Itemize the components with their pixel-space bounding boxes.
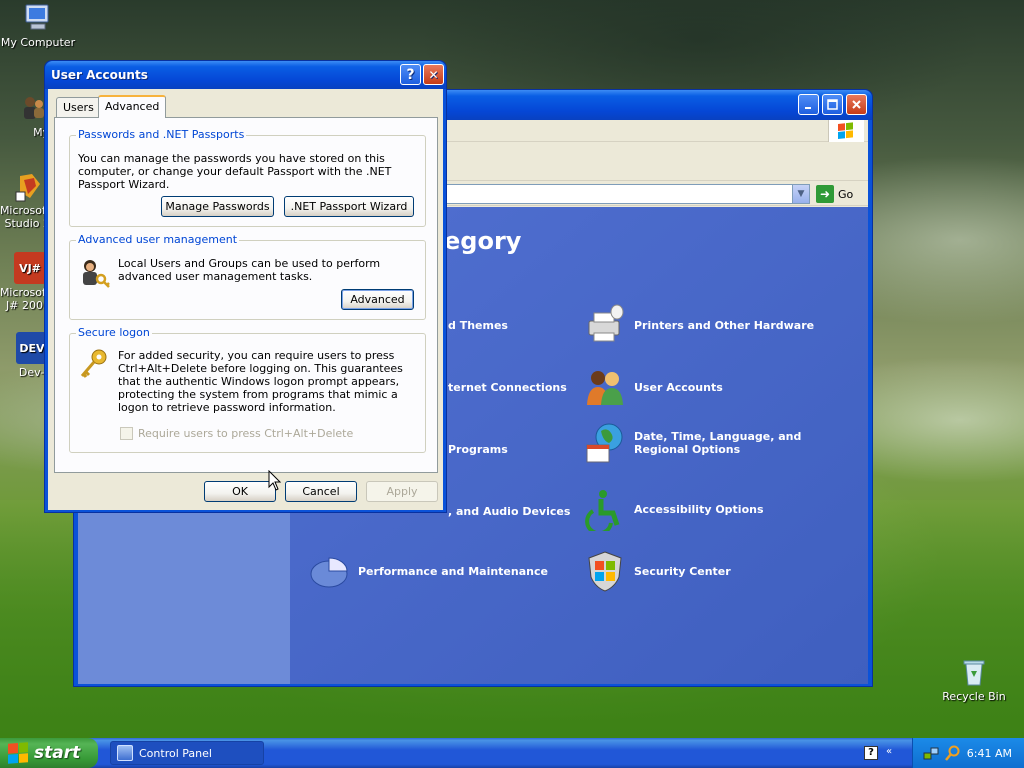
chevron-down-icon: ▼ [797, 189, 805, 199]
maximize-button[interactable] [822, 94, 843, 115]
clock[interactable]: 6:41 AM [967, 747, 1012, 760]
dialog-title: User Accounts [51, 68, 148, 82]
windows-logo-icon [828, 120, 864, 142]
dialog-titlebar[interactable]: User Accounts ? ✕ [45, 61, 446, 89]
control-panel-icon [117, 745, 133, 761]
secure-logon-description: For added security, you can require user… [118, 349, 403, 414]
globe-calendar-icon [582, 421, 628, 465]
require-ctrl-alt-delete-checkbox[interactable]: Require users to press Ctrl+Alt+Delete [120, 427, 353, 440]
visual-studio-icon [14, 170, 46, 202]
computer-icon [22, 2, 54, 34]
address-input[interactable]: ▼ [438, 184, 810, 204]
close-button[interactable] [846, 94, 867, 115]
shield-icon [582, 549, 628, 593]
address-dropdown-button[interactable]: ▼ [792, 185, 809, 203]
start-button[interactable]: start [0, 738, 98, 768]
desktop-icon-my-computer[interactable]: My Computer [0, 2, 76, 49]
taskbar-item-control-panel[interactable]: Control Panel [110, 741, 264, 765]
tab-advanced[interactable]: Advanced [98, 95, 167, 118]
help-icon: ? [406, 66, 415, 83]
apply-button[interactable]: Apply [366, 481, 438, 502]
printer-icon [582, 303, 628, 347]
net-passport-wizard-button[interactable]: .NET Passport Wizard [284, 196, 414, 217]
passwords-description: You can manage the passwords you have st… [78, 152, 392, 191]
category-heading: egory [444, 227, 522, 255]
category-user-accounts[interactable]: User Accounts [582, 365, 844, 409]
close-icon [852, 100, 861, 109]
taskbar-item-label: Control Panel [139, 746, 212, 760]
go-label: Go [838, 187, 854, 201]
tab-users[interactable]: Users [56, 97, 101, 117]
key-icon [78, 348, 110, 380]
maximize-icon [827, 99, 838, 110]
search-tray-icon[interactable] [944, 745, 961, 761]
passwords-group-label: Passwords and .NET Passports [76, 128, 247, 141]
users-icon [582, 365, 628, 409]
close-icon: ✕ [428, 67, 439, 82]
category-security-center[interactable]: Security Center [582, 549, 844, 593]
recycle-bin-icon [958, 656, 990, 688]
help-tray-icon[interactable]: ? [864, 746, 878, 760]
checkbox-box [120, 427, 133, 440]
advanced-group-label: Advanced user management [76, 233, 240, 246]
network-tray-icon[interactable] [923, 745, 939, 761]
taskbar: start Control Panel ? « 6:41 AM [0, 738, 1024, 768]
checkbox-label: Require users to press Ctrl+Alt+Delete [138, 427, 354, 440]
ok-button[interactable]: OK [204, 481, 276, 502]
desktop-icon-label: My Computer [0, 36, 76, 49]
desktop-icon-label: Recycle Bin [942, 690, 1006, 703]
category-performance-maintenance[interactable]: Performance and Maintenance [306, 549, 568, 593]
passwords-groupbox: Passwords and .NET Passports You can man… [69, 128, 426, 227]
mouse-cursor-icon [268, 470, 282, 491]
advanced-button[interactable]: Advanced [341, 289, 414, 310]
windows-flag-icon [8, 742, 28, 764]
advanced-tab-panel: Passwords and .NET Passports You can man… [54, 117, 438, 473]
go-button[interactable]: ➜ Go [816, 185, 853, 203]
secure-logon-groupbox: Secure logon For added security, you can… [69, 326, 426, 453]
pie-chart-icon [306, 549, 352, 593]
category-date-time-language[interactable]: Date, Time, Language, and Regional Optio… [582, 421, 844, 465]
advanced-user-management-groupbox: Advanced user management Local Users and… [69, 233, 426, 320]
user-accounts-dialog[interactable]: User Accounts ? ✕ Users Advanced Passwor… [44, 60, 447, 513]
cancel-button[interactable]: Cancel [285, 481, 357, 502]
help-button[interactable]: ? [400, 64, 421, 85]
go-arrow-icon: ➜ [816, 185, 834, 203]
accessibility-icon [582, 487, 628, 531]
j-sharp-icon: VJ# [14, 252, 46, 284]
advanced-description: Local Users and Groups can be used to pe… [118, 257, 381, 283]
system-tray: 6:41 AM [912, 738, 1024, 768]
tray-expand-icon[interactable]: « [886, 746, 892, 757]
dialog-body: Users Advanced Passwords and .NET Passpo… [48, 89, 443, 510]
minimize-button[interactable] [798, 94, 819, 115]
category-printers-hardware[interactable]: Printers and Other Hardware [582, 303, 844, 347]
start-label: start [34, 743, 81, 763]
category-accessibility[interactable]: Accessibility Options [582, 487, 844, 531]
minimize-icon [804, 106, 811, 109]
user-management-icon [78, 257, 110, 289]
desktop-icon-recycle-bin[interactable]: Recycle Bin [936, 656, 1012, 703]
secure-logon-group-label: Secure logon [76, 326, 152, 339]
dialog-close-button[interactable]: ✕ [423, 64, 444, 85]
manage-passwords-button[interactable]: Manage Passwords [161, 196, 274, 217]
